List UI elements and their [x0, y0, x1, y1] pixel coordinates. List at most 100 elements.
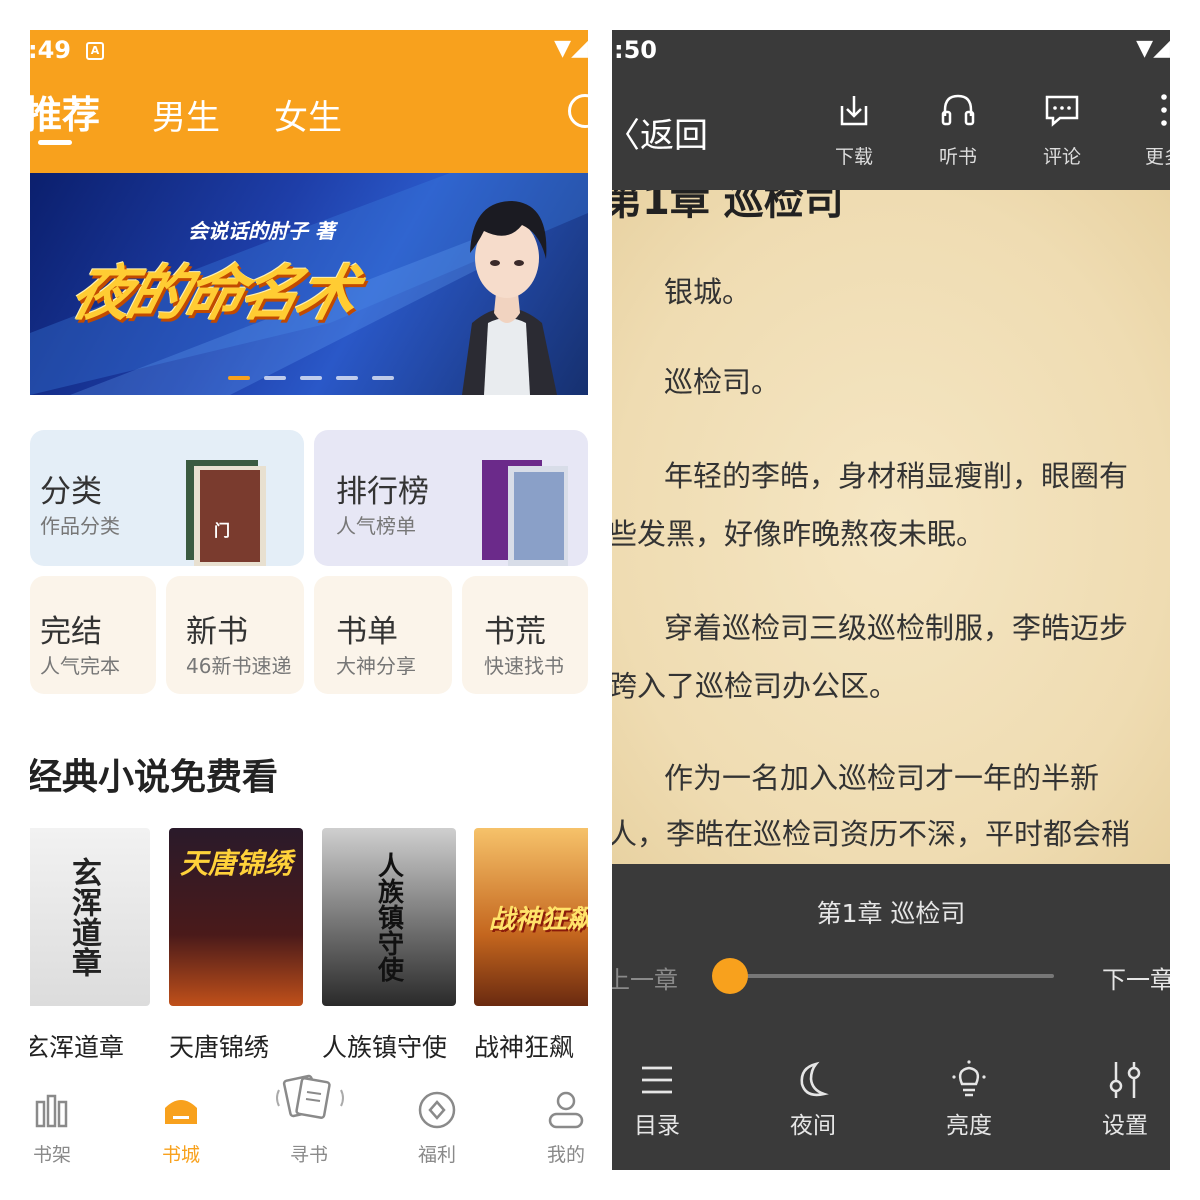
- book-name[interactable]: 玄浑道章: [30, 1028, 124, 1064]
- wifi-signal-icon: ▼◢: [554, 36, 588, 61]
- menu-label: 目录: [634, 1113, 680, 1139]
- night-mode-button[interactable]: 夜间: [768, 1060, 858, 1156]
- card-title: 书单: [336, 614, 398, 650]
- reading-page[interactable]: 第1章 巡检司 银城。 巡检司。 年轻的李皓，身材稍显瘦削，眼圈有 些发黑，好像…: [612, 190, 1170, 864]
- wifi-signal-icon: ▼◢: [1136, 36, 1170, 61]
- card-subtitle: 大神分享: [336, 654, 416, 678]
- nav-bookstore[interactable]: 书城: [141, 1082, 221, 1170]
- banner-title: 夜的命名术: [63, 259, 362, 329]
- pagination-dot: [264, 376, 286, 380]
- tool-label: 评论: [1042, 146, 1081, 168]
- status-time: :50: [614, 36, 657, 64]
- settings-sliders-icon: [1109, 1062, 1141, 1098]
- menu-label: 亮度: [946, 1113, 992, 1139]
- bookstore-screen: :49 A ▼◢ 推荐 男生 女生 会说话的肘子 著 夜的命名术 分类 作品分类…: [30, 30, 588, 1170]
- cover-title: 天唐锦绣: [179, 847, 292, 880]
- active-tab-indicator: [38, 140, 72, 145]
- paragraph: 人，李皓在巡检司资历不深，平时都会稍: [612, 817, 1131, 851]
- shortcut-new-books[interactable]: 新书 46新书速递: [166, 576, 304, 694]
- card-subtitle: 人气完本: [40, 654, 120, 678]
- book-name[interactable]: 战神狂飙: [474, 1028, 574, 1064]
- headphones-icon: [941, 94, 975, 126]
- shortcut-book-shortage[interactable]: 书荒 快速找书: [462, 576, 588, 694]
- card-subtitle: 46新书速递: [186, 654, 292, 678]
- reader-top-bar: :50 ▼◢ 〈返回 下载 听书 评论: [612, 30, 1170, 190]
- paragraph: 巡检司。: [664, 365, 781, 399]
- book-cover[interactable]: 天唐锦绣: [169, 828, 303, 1006]
- tab-male[interactable]: 男生: [152, 90, 220, 139]
- cover-title: 战神狂飙: [488, 904, 588, 935]
- pagination-dot: [372, 376, 394, 380]
- card-title: 完结: [40, 614, 102, 650]
- current-chapter-name: 第1章 巡检司: [816, 899, 966, 928]
- ranking-card[interactable]: 排行榜 人气榜单: [314, 430, 588, 566]
- chevron-left-icon: 〈: [612, 116, 640, 156]
- card-subtitle: 快速找书: [484, 654, 564, 678]
- notification-icon: A: [86, 42, 104, 60]
- tool-label: 更多: [1144, 146, 1170, 168]
- tab-recommend[interactable]: 推荐: [30, 84, 100, 139]
- character-illustration: [462, 201, 557, 395]
- book-cover[interactable]: 人族镇守使: [322, 828, 456, 1006]
- settings-button[interactable]: 设置: [1080, 1060, 1170, 1156]
- svg-text:门: 门: [214, 521, 230, 540]
- status-bar: :49 A ▼◢: [30, 30, 588, 74]
- reader-screen: :50 ▼◢ 〈返回 下载 听书 评论: [612, 30, 1170, 1170]
- prev-chapter-button[interactable]: 上一章: [612, 960, 678, 995]
- profile-icon: [548, 1091, 584, 1129]
- download-button[interactable]: 下载: [814, 90, 894, 170]
- nav-welfare[interactable]: 福利: [397, 1082, 477, 1170]
- paragraph: 跨入了巡检司办公区。: [612, 669, 899, 703]
- pagination-dot: [300, 376, 322, 380]
- find-book-icon: [276, 1074, 344, 1119]
- toc-button[interactable]: 目录: [612, 1060, 702, 1156]
- menu-label: 设置: [1102, 1113, 1148, 1139]
- featured-banner[interactable]: 会说话的肘子 著 夜的命名术: [30, 173, 588, 395]
- brightness-button[interactable]: 亮度: [924, 1060, 1014, 1156]
- chapter-progress-track[interactable]: [730, 974, 1054, 978]
- card-title: 排行榜: [336, 474, 429, 510]
- card-title: 分类: [40, 474, 102, 510]
- moon-icon: [800, 1061, 829, 1097]
- pagination-dot: [228, 376, 250, 380]
- paragraph: 年轻的李皓，身材稍显瘦削，眼圈有: [664, 459, 1129, 493]
- book-cover[interactable]: 玄浑道章: [30, 828, 150, 1006]
- paragraph: 作为一名加入巡检司才一年的半新: [664, 761, 1100, 795]
- more-icon: [1161, 94, 1167, 126]
- next-chapter-button[interactable]: 下一章: [1102, 960, 1170, 995]
- book-stack-icon: [482, 460, 568, 566]
- book-name[interactable]: 天唐锦绣: [169, 1028, 269, 1064]
- banner-pagination: [228, 376, 394, 380]
- shortcut-finished[interactable]: 完结 人气完本: [30, 576, 156, 694]
- nav-profile[interactable]: 我的: [526, 1082, 588, 1170]
- card-title: 书荒: [484, 614, 546, 650]
- shortcut-booklist[interactable]: 书单 大神分享: [314, 576, 452, 694]
- back-label: 返回: [640, 116, 708, 156]
- status-time: :49: [30, 36, 71, 64]
- nav-bookshelf[interactable]: 书架: [30, 1082, 92, 1170]
- comment-icon: [1045, 95, 1079, 127]
- nav-label: 书城: [161, 1144, 200, 1166]
- card-subtitle: 人气榜单: [336, 514, 416, 538]
- listen-button[interactable]: 听书: [918, 90, 998, 170]
- search-icon[interactable]: [568, 94, 588, 128]
- back-button[interactable]: 〈返回: [612, 108, 708, 157]
- nav-find-book[interactable]: 寻书: [269, 1074, 349, 1170]
- tool-label: 听书: [938, 146, 977, 168]
- bookshelf-icon: [35, 1094, 68, 1128]
- nav-label: 我的: [546, 1144, 585, 1166]
- cover-title: 人族镇守使: [373, 852, 404, 982]
- banner-author: 会说话的肘子 著: [188, 219, 335, 243]
- chapter-progress-thumb[interactable]: [712, 958, 748, 994]
- tab-female[interactable]: 女生: [274, 90, 342, 139]
- category-card[interactable]: 分类 作品分类 门: [30, 430, 304, 566]
- paragraph: 些发黑，好像昨晚熬夜未眠。: [612, 517, 986, 551]
- nav-label: 寻书: [289, 1144, 328, 1166]
- comment-button[interactable]: 评论: [1022, 90, 1102, 170]
- book-cover[interactable]: 战神狂飙: [474, 828, 588, 1006]
- more-button[interactable]: 更多: [1124, 90, 1170, 170]
- cover-title: 玄浑道章: [66, 857, 101, 977]
- top-header: :49 A ▼◢ 推荐 男生 女生: [30, 30, 588, 173]
- book-name[interactable]: 人族镇守使: [322, 1028, 447, 1064]
- reader-bottom-panel: 第1章 巡检司 上一章 下一章 目录 夜间 亮度 设置: [612, 864, 1170, 1170]
